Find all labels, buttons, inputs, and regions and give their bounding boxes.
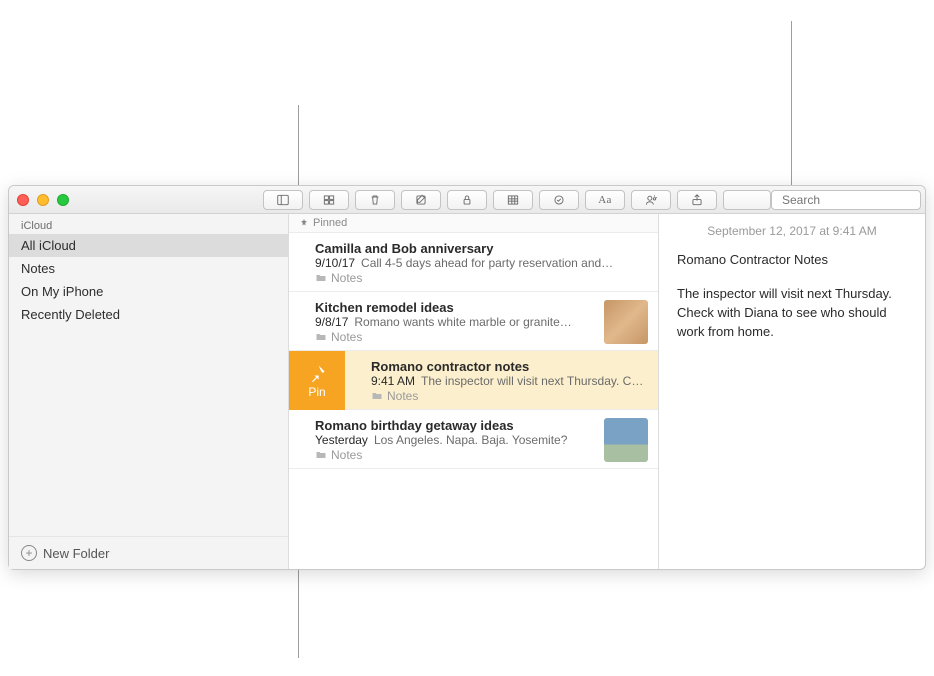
note-preview-line: YesterdayLos Angeles. Napa. Baja. Yosemi…	[315, 433, 596, 447]
media-button[interactable]	[723, 190, 771, 210]
pin-icon	[299, 218, 309, 228]
titlebar: Aa	[9, 186, 925, 214]
plus-icon: +	[21, 545, 37, 561]
attachments-button[interactable]	[309, 190, 349, 210]
pin-icon	[307, 363, 327, 383]
share-button[interactable]	[677, 190, 717, 210]
note-editor[interactable]: September 12, 2017 at 9:41 AM Romano Con…	[659, 214, 925, 569]
sidebar: iCloud All iCloud Notes On My iPhone Rec…	[9, 214, 289, 569]
note-row[interactable]: Camilla and Bob anniversary 9/10/17Call …	[289, 233, 658, 292]
folder-icon	[315, 272, 327, 284]
note-preview-line: 9/10/17Call 4-5 days ahead for party res…	[315, 256, 648, 270]
search-field[interactable]	[771, 190, 921, 210]
note-folder: Notes	[315, 448, 596, 462]
editor-title: Romano Contractor Notes	[677, 252, 907, 267]
window-body: iCloud All iCloud Notes On My iPhone Rec…	[9, 214, 925, 569]
add-people-button[interactable]	[631, 190, 671, 210]
note-title: Camilla and Bob anniversary	[315, 241, 648, 256]
note-preview-line: 9:41 AMThe inspector will visit next Thu…	[371, 374, 648, 388]
folder-icon	[315, 449, 327, 461]
pin-swipe-action[interactable]: Pin	[289, 351, 345, 410]
new-folder-button[interactable]: + New Folder	[9, 536, 288, 569]
pinned-header-label: Pinned	[313, 217, 347, 229]
search-input[interactable]	[782, 193, 934, 207]
note-row[interactable]: Kitchen remodel ideas 9/8/17Romano wants…	[289, 292, 658, 351]
note-row-selected[interactable]: Romano contractor notes 9:41 AMThe inspe…	[345, 351, 658, 410]
note-folder: Notes	[315, 271, 648, 285]
note-thumbnail	[604, 418, 648, 462]
pin-action-label: Pin	[308, 385, 325, 399]
note-row[interactable]: Romano birthday getaway ideas YesterdayL…	[289, 410, 658, 469]
view-list-button[interactable]	[263, 190, 303, 210]
toolbar: Aa	[263, 190, 771, 210]
minimize-window-button[interactable]	[37, 194, 49, 206]
fullscreen-window-button[interactable]	[57, 194, 69, 206]
window-controls	[17, 194, 69, 206]
pinned-header: Pinned	[289, 214, 658, 233]
note-folder: Notes	[315, 330, 596, 344]
lock-button[interactable]	[447, 190, 487, 210]
editor-body[interactable]: The inspector will visit next Thursday. …	[677, 285, 907, 342]
folder-icon	[315, 331, 327, 343]
notes-window: Aa iCloud All iCloud Notes On My iPhone …	[8, 185, 926, 570]
note-title: Romano contractor notes	[371, 359, 648, 374]
folder-icon	[371, 390, 383, 402]
sidebar-item-recently-deleted[interactable]: Recently Deleted	[9, 303, 288, 326]
note-title: Romano birthday getaway ideas	[315, 418, 596, 433]
sidebar-section-label: iCloud	[9, 214, 288, 234]
delete-button[interactable]	[355, 190, 395, 210]
format-button[interactable]: Aa	[585, 190, 625, 210]
table-button[interactable]	[493, 190, 533, 210]
note-row-wrapper: Pin Romano contractor notes 9:41 AMThe i…	[289, 351, 658, 410]
note-timestamp: September 12, 2017 at 9:41 AM	[677, 224, 907, 238]
note-preview-line: 9/8/17Romano wants white marble or grani…	[315, 315, 596, 329]
sidebar-item-notes[interactable]: Notes	[9, 257, 288, 280]
new-note-button[interactable]	[401, 190, 441, 210]
note-title: Kitchen remodel ideas	[315, 300, 596, 315]
note-thumbnail	[604, 300, 648, 344]
checklist-button[interactable]	[539, 190, 579, 210]
close-window-button[interactable]	[17, 194, 29, 206]
note-folder: Notes	[371, 389, 648, 403]
notes-list[interactable]: Pinned Camilla and Bob anniversary 9/10/…	[289, 214, 659, 569]
sidebar-item-on-my-iphone[interactable]: On My iPhone	[9, 280, 288, 303]
new-folder-label: New Folder	[43, 546, 109, 561]
sidebar-item-all-icloud[interactable]: All iCloud	[9, 234, 288, 257]
